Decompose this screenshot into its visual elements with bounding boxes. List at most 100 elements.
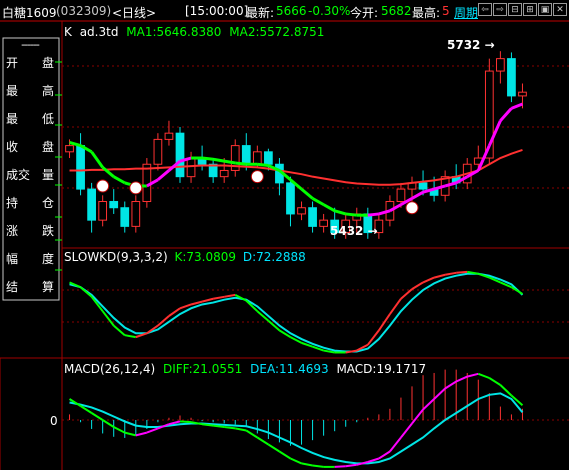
ma1-line-segment <box>300 187 314 200</box>
macd-diff-line-segment <box>235 427 247 432</box>
menu-item-volume[interactable]: 成交量 <box>6 166 54 184</box>
ma1-line-segment <box>311 197 325 206</box>
menu-item-change[interactable]: 涨跌 <box>6 222 54 240</box>
candle-up <box>153 138 163 165</box>
candle-down <box>109 201 119 209</box>
smiley-icon <box>96 179 110 193</box>
ma2-value: MA2:5572.8751 <box>229 25 325 39</box>
menu-item-low[interactable]: 最低 <box>6 110 54 128</box>
candle-down <box>507 58 516 97</box>
macd-diff-line-segment <box>102 419 115 428</box>
ma1-line-segment <box>257 162 269 167</box>
macd-diff-line-segment <box>290 457 302 465</box>
menu-item-close[interactable]: 收盘 <box>6 138 54 156</box>
smiley-icon <box>405 201 419 215</box>
chart-canvas <box>0 20 569 470</box>
macd-diff-line-segment <box>213 424 225 428</box>
kd-k-line-segment <box>212 295 225 300</box>
macd-diff-line-segment <box>455 375 468 383</box>
ma1-line-segment <box>235 161 247 166</box>
low-annotation: 5432 → <box>330 224 378 238</box>
macd-diff-line-segment <box>113 426 126 434</box>
ma1-line-segment <box>322 203 336 213</box>
candle-down <box>241 145 251 165</box>
macd-diff-line-segment <box>444 380 457 390</box>
smiley-icon <box>250 170 264 184</box>
menu-title: ------ <box>21 38 40 51</box>
macd-diff-line-segment <box>146 427 159 434</box>
kd-k-line-segment <box>256 310 270 322</box>
ma1-line-segment <box>345 212 357 217</box>
menu-item-settle[interactable]: 结算 <box>6 278 54 296</box>
macd-diff-line-segment <box>201 423 214 427</box>
macd-value: MACD:19.1717 <box>336 362 427 376</box>
macd-diff-line-segment <box>267 443 280 453</box>
macd-diff-line-segment <box>124 431 137 437</box>
macd-diff-line-segment <box>345 463 357 468</box>
ma1-line-segment <box>367 212 380 217</box>
candle-up <box>252 151 262 165</box>
macd-diff-line-segment <box>477 372 490 379</box>
macd-diff-line-segment <box>488 377 501 386</box>
candle-down <box>175 132 185 178</box>
kd-d-value: D:72.2888 <box>242 250 306 264</box>
kd-panel-header: SLOWKD(9,3,3,2) K:73.0809 D:72.2888 <box>64 250 306 264</box>
candle-up <box>297 207 306 215</box>
ma1-line-segment <box>411 190 424 200</box>
menu-item-range[interactable]: 幅度 <box>6 250 54 268</box>
macd-diff-line-segment <box>466 372 479 378</box>
kd-k-line-segment <box>79 286 93 298</box>
macd-diff-line-segment <box>245 429 258 439</box>
ma1-line-segment <box>201 156 214 161</box>
ma1-line-segment <box>156 169 170 181</box>
candle-up <box>65 145 74 153</box>
kd-k-line-segment <box>224 293 236 298</box>
candle-down <box>264 151 273 165</box>
macd-diff-line-segment <box>256 436 269 446</box>
ma1-value: MA1:5646.8380 <box>126 25 222 39</box>
macd-diff-line-segment <box>378 450 391 460</box>
macd-diff-line-segment <box>224 426 236 430</box>
candle-up <box>131 201 141 227</box>
kd-k-line-segment <box>179 303 192 310</box>
kd-k-line-segment <box>510 286 523 295</box>
menu-item-position[interactable]: 持仓 <box>6 194 54 212</box>
candle-down <box>76 145 85 190</box>
macd-dea-value: DEA:11.4693 <box>250 362 329 376</box>
ma1-line-segment <box>212 157 225 163</box>
candle-up <box>186 157 196 178</box>
macd-dea-line <box>69 392 524 465</box>
macd-panel-header: MACD(26,12,4) DIFF:21.0551 DEA:11.4693 M… <box>64 362 427 376</box>
high-annotation: 5732 → <box>447 38 495 52</box>
kd-k-line-segment <box>124 334 136 339</box>
kd-k-line-segment <box>201 297 214 303</box>
candle-up <box>319 219 328 227</box>
kd-k-line-segment <box>456 270 468 274</box>
macd-diff-value: DIFF:21.0551 <box>162 362 243 376</box>
candle-down <box>308 207 317 227</box>
menu-item-high[interactable]: 最高 <box>6 82 54 100</box>
ma1-line-segment <box>499 107 513 122</box>
menu-item-open[interactable]: 开盘 <box>6 54 54 72</box>
kd-k-line-segment <box>157 315 170 327</box>
kd-k-line-segment <box>400 288 413 300</box>
kd-k-value: K:73.0809 <box>174 250 237 264</box>
kd-k-line-segment <box>411 281 424 290</box>
candle-up <box>98 201 108 221</box>
macd-diff-line-segment <box>135 431 148 437</box>
candle-down <box>418 182 428 190</box>
ma1-line-segment <box>90 150 104 169</box>
macd-diff-line-segment <box>334 465 346 468</box>
kd-k-line-segment <box>444 271 457 276</box>
macd-diff-line-segment <box>312 464 324 468</box>
macd-diff-line-segment <box>179 420 192 424</box>
ma1-line-segment <box>510 102 524 110</box>
candle-up <box>219 169 229 178</box>
macd-diff-line-segment <box>301 462 313 467</box>
macd-diff-line-segment <box>400 422 413 439</box>
candle-down <box>120 207 130 227</box>
macd-diff-line-segment <box>422 398 435 411</box>
ma1-line-segment <box>334 209 347 216</box>
candle-up <box>496 58 505 72</box>
candle-down <box>286 182 295 215</box>
